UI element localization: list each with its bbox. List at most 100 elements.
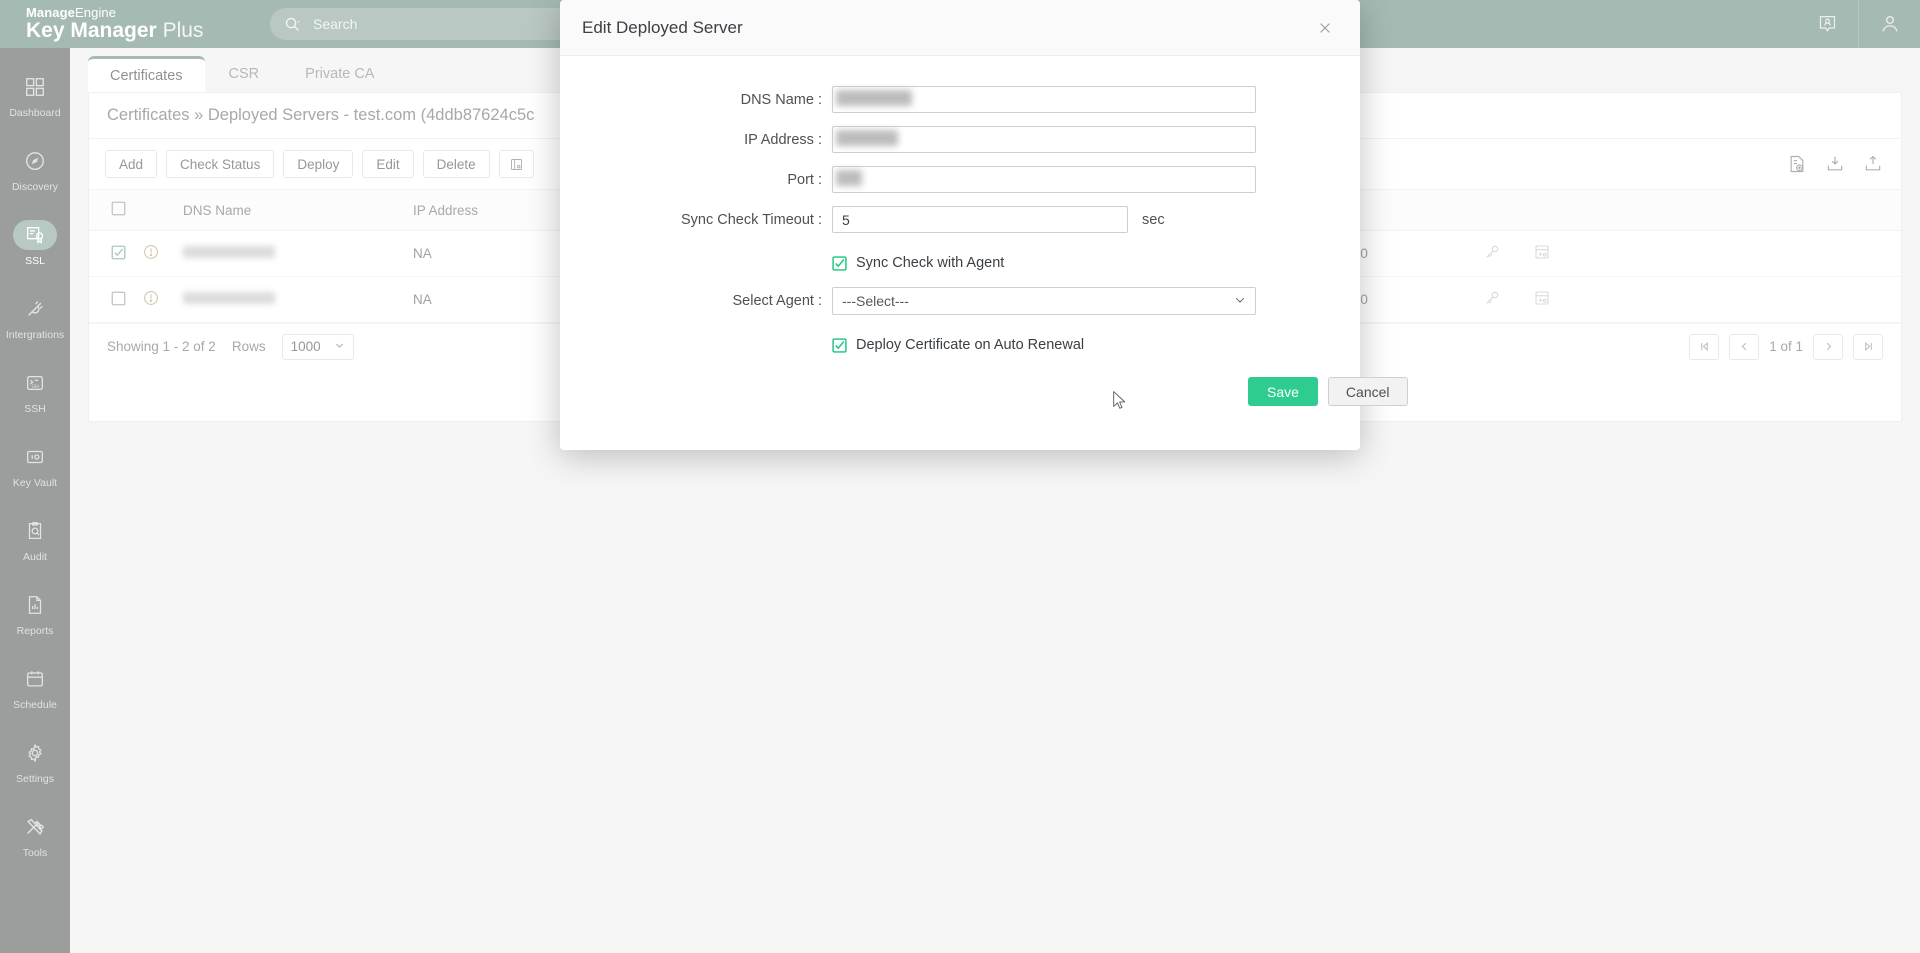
svg-text:SSH: SSH: [31, 383, 39, 388]
sidebar-item-ssh[interactable]: SSH SSH: [0, 354, 70, 428]
deploy-on-auto-renewal-row[interactable]: Deploy Certificate on Auto Renewal: [560, 337, 1360, 353]
terminal-icon: SSH: [13, 368, 57, 398]
user-badge-icon[interactable]: [1796, 0, 1858, 48]
gear-icon: [13, 738, 57, 768]
sync-check-timeout-input[interactable]: [832, 206, 1128, 233]
sidebar-item-key-vault[interactable]: Key Vault: [0, 428, 70, 502]
delete-button-label: Delete: [436, 156, 476, 172]
key-icon[interactable]: [1483, 289, 1501, 310]
next-page-button[interactable]: [1813, 333, 1843, 360]
redacted-ip-address-value: [836, 130, 898, 146]
sidebar-label: Key Vault: [12, 476, 58, 489]
edit-button-label: Edit: [376, 156, 400, 172]
row-checkbox[interactable]: [111, 245, 126, 263]
deploy-on-auto-renewal-label: Deploy Certificate on Auto Renewal: [856, 337, 1085, 353]
last-page-button[interactable]: [1853, 333, 1883, 360]
sidebar-nav: Dashboard Discovery SSL Intergrations SS…: [0, 48, 70, 953]
sidebar-label: Intergrations: [5, 328, 65, 341]
app-root: ManageEngine Key Manager Plus Search Das…: [0, 0, 1920, 953]
sidebar-item-reports[interactable]: Reports: [0, 576, 70, 650]
report-icon: [13, 590, 57, 620]
brand-engine: Engine: [75, 4, 117, 20]
grid-icon: [13, 72, 57, 102]
sync-check-timeout-unit: sec: [1142, 211, 1165, 228]
redacted-dns-value: [183, 292, 275, 304]
first-page-button[interactable]: [1689, 333, 1720, 360]
brand-manage: Manage: [26, 4, 76, 20]
sidebar-item-dashboard[interactable]: Dashboard: [0, 58, 70, 132]
delete-button[interactable]: Delete: [422, 150, 490, 178]
close-icon[interactable]: [1312, 15, 1338, 41]
calendar-icon: [13, 664, 57, 694]
sidebar-item-tools[interactable]: Tools: [0, 798, 70, 872]
sidebar-item-schedule[interactable]: Schedule: [0, 650, 70, 724]
add-report-icon[interactable]: [1785, 152, 1809, 176]
export-icon[interactable]: [1861, 152, 1885, 176]
dns-name-header[interactable]: DNS Name: [175, 189, 405, 231]
sync-check-with-agent-checkbox[interactable]: [832, 255, 847, 271]
deploy-on-auto-renewal-checkbox[interactable]: [832, 337, 847, 353]
add-button-label: Add: [119, 156, 144, 172]
edit-button[interactable]: Edit: [362, 150, 414, 178]
header-actions: [1796, 0, 1920, 48]
user-profile-icon[interactable]: [1858, 0, 1920, 48]
sidebar-item-settings[interactable]: Settings: [0, 724, 70, 798]
select-agent-value: ---Select---: [842, 293, 909, 309]
row-checkbox[interactable]: [111, 291, 126, 309]
save-button[interactable]: Save: [1248, 377, 1318, 406]
app-logo: ManageEngine Key Manager Plus: [0, 4, 232, 43]
redacted-dns-value: [183, 246, 275, 258]
row-dns-name: [175, 276, 405, 323]
dialog-title: Edit Deployed Server: [582, 17, 743, 37]
key-icon[interactable]: [1483, 243, 1501, 264]
tab-label: Private CA: [305, 66, 375, 82]
toolbar-right-icons: [1785, 152, 1885, 176]
select-agent-dropdown[interactable]: ---Select---: [832, 287, 1256, 315]
tab-label: CSR: [228, 66, 260, 82]
select-agent-label: Select Agent :: [732, 293, 822, 309]
check-status-button[interactable]: Check Status: [166, 150, 275, 178]
select-agent-row: Select Agent : ---Select---: [560, 287, 1360, 315]
table-settings-icon[interactable]: [498, 150, 534, 178]
compass-icon: [13, 146, 57, 176]
clipboard-search-icon: [13, 516, 57, 546]
warning-icon[interactable]: [143, 291, 159, 309]
chevron-down-icon: [1234, 293, 1246, 309]
tab-certificates[interactable]: Certificates: [88, 56, 205, 92]
tools-icon: [13, 812, 57, 842]
prev-page-button[interactable]: [1729, 333, 1760, 360]
sidebar-label: SSH: [24, 402, 46, 415]
sidebar-label: Audit: [23, 550, 47, 563]
ip-address-label: IP Address :: [744, 131, 822, 148]
check-status-button-label: Check Status: [180, 156, 261, 172]
tab-private-ca[interactable]: Private CA: [283, 56, 396, 92]
cancel-button[interactable]: Cancel: [1327, 377, 1408, 406]
mouse-cursor: [1112, 390, 1129, 416]
import-icon[interactable]: [1823, 152, 1847, 176]
deploy-button-label: Deploy: [297, 156, 340, 172]
tab-csr[interactable]: CSR: [207, 56, 282, 92]
sidebar-label: Dashboard: [9, 106, 61, 119]
warning-icon[interactable]: [143, 245, 159, 263]
dialog-actions: Save Cancel: [1248, 377, 1408, 406]
rows-per-page-select[interactable]: 1000: [281, 333, 354, 360]
sync-check-timeout-row: Sync Check Timeout : sec: [560, 206, 1360, 233]
sidebar-label: SSL: [25, 254, 45, 267]
sidebar-item-intergrations[interactable]: Intergrations: [0, 280, 70, 354]
ip-address-input-wrap: [832, 126, 1256, 153]
sidebar-item-audit[interactable]: Audit: [0, 502, 70, 576]
port-input[interactable]: [832, 166, 1256, 193]
sidebar-label: Tools: [22, 846, 48, 859]
sidebar-item-ssl[interactable]: SSL: [0, 206, 70, 280]
deploy-button[interactable]: Deploy: [283, 150, 354, 178]
brand-product: Key Manager: [26, 19, 157, 43]
sync-check-with-agent-row[interactable]: Sync Check with Agent: [560, 255, 1360, 271]
server-settings-icon[interactable]: [1533, 243, 1551, 264]
row-actions: [1475, 230, 1901, 277]
sidebar-label: Discovery: [11, 180, 59, 193]
select-all-checkbox[interactable]: [111, 201, 126, 219]
server-settings-icon[interactable]: [1533, 289, 1551, 310]
edit-deployed-server-dialog: Edit Deployed Server DNS Name : IP Addre…: [560, 0, 1408, 450]
add-button[interactable]: Add: [105, 150, 158, 178]
sidebar-item-discovery[interactable]: Discovery: [0, 132, 70, 206]
